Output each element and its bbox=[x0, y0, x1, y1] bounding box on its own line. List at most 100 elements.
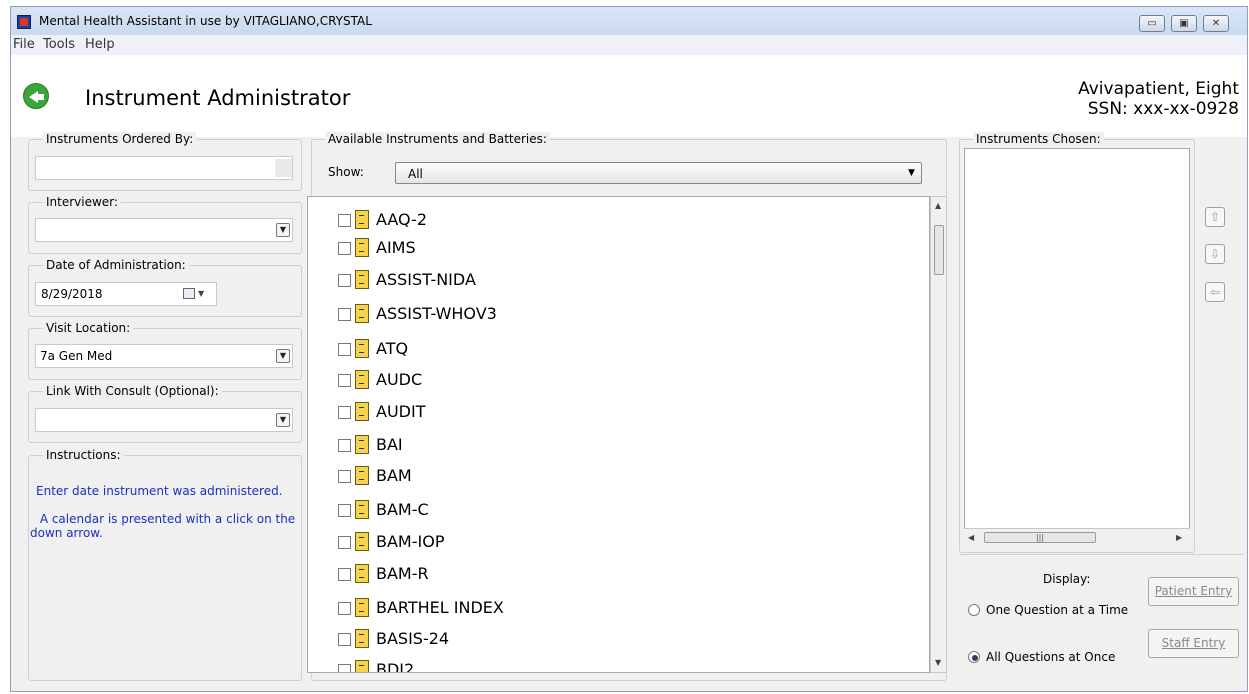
checkbox[interactable] bbox=[338, 406, 351, 419]
menu-help[interactable]: Help bbox=[85, 37, 115, 52]
list-item[interactable]: ATQ bbox=[308, 334, 908, 364]
list-item-label: AUDC bbox=[376, 370, 423, 389]
page-title: Instrument Administrator bbox=[85, 86, 351, 110]
radio-all-questions-label: All Questions at Once bbox=[986, 650, 1116, 664]
chosen-list[interactable] bbox=[964, 148, 1190, 546]
list-item[interactable]: AAQ-2 bbox=[308, 205, 908, 235]
list-item-label: AAQ-2 bbox=[376, 210, 428, 229]
date-field[interactable]: 8/29/2018 ▼ bbox=[35, 282, 217, 306]
visit-location-label: Visit Location: bbox=[43, 321, 134, 335]
list-item[interactable]: ASSIST-NIDA bbox=[308, 265, 908, 295]
remove-icon[interactable]: ⇦ bbox=[1205, 282, 1225, 302]
list-item[interactable]: BAM bbox=[308, 461, 908, 491]
scroll-left-icon[interactable]: ◀ bbox=[968, 533, 974, 542]
list-item[interactable]: BARTHEL INDEX bbox=[308, 593, 908, 623]
scroll-up-icon[interactable]: ▲ bbox=[935, 201, 941, 210]
list-item[interactable]: ASSIST-WHOV3 bbox=[308, 299, 908, 329]
scrollbar-thumb[interactable] bbox=[934, 225, 944, 275]
checkbox[interactable] bbox=[338, 633, 351, 646]
interviewer-label: Interviewer: bbox=[43, 195, 121, 209]
minimize-button[interactable]: ▭ bbox=[1139, 15, 1165, 32]
checkbox[interactable] bbox=[338, 536, 351, 549]
menu-tools[interactable]: Tools bbox=[43, 37, 75, 52]
list-item[interactable]: BASIS-24 bbox=[308, 624, 908, 654]
visit-location-select[interactable]: 7a Gen Med ▼ bbox=[35, 344, 293, 368]
radio-all-questions[interactable] bbox=[968, 651, 980, 663]
instructions-line: A calendar is presented with a click on … bbox=[36, 512, 296, 526]
date-value: 8/29/2018 bbox=[41, 287, 103, 301]
document-icon bbox=[355, 532, 369, 551]
vertical-scrollbar[interactable]: ▲ ▼ bbox=[930, 196, 947, 673]
checkbox[interactable] bbox=[338, 242, 351, 255]
visit-location-value: 7a Gen Med bbox=[40, 349, 113, 363]
list-item-label: BAM-IOP bbox=[376, 532, 445, 551]
show-filter-value: All bbox=[408, 167, 423, 181]
list-item-label: BAM-C bbox=[376, 500, 429, 519]
move-down-icon[interactable]: ⇩ bbox=[1205, 244, 1225, 264]
horizontal-scrollbar[interactable]: ◀ ||| ▶ bbox=[964, 528, 1190, 546]
checkbox[interactable] bbox=[338, 470, 351, 483]
chevron-down-icon[interactable]: ▼ bbox=[198, 289, 204, 298]
checkbox[interactable] bbox=[338, 214, 351, 227]
checkbox[interactable] bbox=[338, 439, 351, 452]
calendar-icon[interactable] bbox=[183, 288, 195, 299]
interviewer-select[interactable]: ▼ bbox=[35, 218, 293, 242]
list-item[interactable]: AUDIT bbox=[308, 397, 908, 427]
list-item-label: BARTHEL INDEX bbox=[376, 598, 504, 617]
checkbox[interactable] bbox=[338, 664, 351, 672]
document-icon bbox=[355, 500, 369, 519]
checkbox[interactable] bbox=[338, 602, 351, 615]
move-up-icon[interactable]: ⇧ bbox=[1205, 207, 1225, 227]
checkbox[interactable] bbox=[338, 308, 351, 321]
instructions-label: Instructions: bbox=[43, 448, 124, 462]
checkbox[interactable] bbox=[338, 343, 351, 356]
instruments-chosen-label: Instruments Chosen: bbox=[973, 132, 1104, 146]
radio-one-question[interactable] bbox=[968, 604, 980, 616]
consult-select[interactable]: ▼ bbox=[35, 408, 293, 432]
show-filter-select[interactable]: All ▼ bbox=[395, 162, 922, 184]
staff-entry-button[interactable]: Staff Entry bbox=[1148, 629, 1239, 658]
list-item[interactable]: AUDC bbox=[308, 365, 908, 395]
instrument-list[interactable]: AAQ-2 AIMS ASSIST-NIDA ASSIST-WHOV3 ATQ … bbox=[307, 196, 930, 673]
menu-bar: File Tools Help bbox=[11, 35, 1247, 55]
document-icon bbox=[355, 339, 369, 358]
maximize-button[interactable]: ▣ bbox=[1171, 15, 1197, 32]
ordered-by-label: Instruments Ordered By: bbox=[43, 132, 197, 146]
ordered-by-field[interactable] bbox=[35, 156, 293, 180]
document-icon bbox=[355, 238, 369, 257]
list-item[interactable]: BAM-R bbox=[308, 559, 908, 589]
scroll-down-icon[interactable]: ▼ bbox=[935, 658, 941, 667]
consult-label: Link With Consult (Optional): bbox=[43, 384, 222, 398]
document-icon bbox=[355, 370, 369, 389]
document-icon bbox=[355, 304, 369, 323]
display-label: Display: bbox=[1043, 572, 1091, 586]
checkbox[interactable] bbox=[338, 274, 351, 287]
list-item[interactable]: AIMS bbox=[308, 233, 908, 263]
list-item[interactable]: BDI2 bbox=[308, 655, 908, 673]
document-icon bbox=[355, 435, 369, 454]
patient-ssn: SSN: xxx-xx-0928 bbox=[1087, 99, 1239, 119]
close-button[interactable]: ✕ bbox=[1203, 15, 1229, 32]
list-item-label: AIMS bbox=[376, 238, 416, 257]
scrollbar-thumb[interactable]: ||| bbox=[984, 532, 1096, 543]
app-icon bbox=[17, 15, 31, 29]
checkbox[interactable] bbox=[338, 504, 351, 517]
available-instruments-label: Available Instruments and Batteries: bbox=[325, 132, 550, 146]
instructions-text: Enter date instrument was administered. … bbox=[30, 484, 300, 540]
list-item-label: BDI2 bbox=[376, 660, 415, 673]
menu-file[interactable]: File bbox=[13, 37, 35, 52]
list-item[interactable]: BAM-IOP bbox=[308, 527, 908, 557]
list-item-label: ATQ bbox=[376, 339, 409, 358]
chevron-down-icon[interactable]: ▼ bbox=[276, 223, 290, 237]
scroll-right-icon[interactable]: ▶ bbox=[1176, 533, 1182, 542]
chevron-down-icon[interactable]: ▼ bbox=[276, 413, 290, 427]
list-item-label: BAM-R bbox=[376, 564, 429, 583]
list-item[interactable]: BAM-C bbox=[308, 495, 908, 525]
checkbox[interactable] bbox=[338, 374, 351, 387]
radio-one-question-label: One Question at a Time bbox=[986, 603, 1129, 617]
list-item[interactable]: BAI bbox=[308, 430, 908, 460]
back-arrow-icon[interactable] bbox=[23, 83, 49, 109]
checkbox[interactable] bbox=[338, 568, 351, 581]
chevron-down-icon[interactable]: ▼ bbox=[276, 349, 290, 363]
patient-entry-button[interactable]: Patient Entry bbox=[1148, 577, 1239, 606]
